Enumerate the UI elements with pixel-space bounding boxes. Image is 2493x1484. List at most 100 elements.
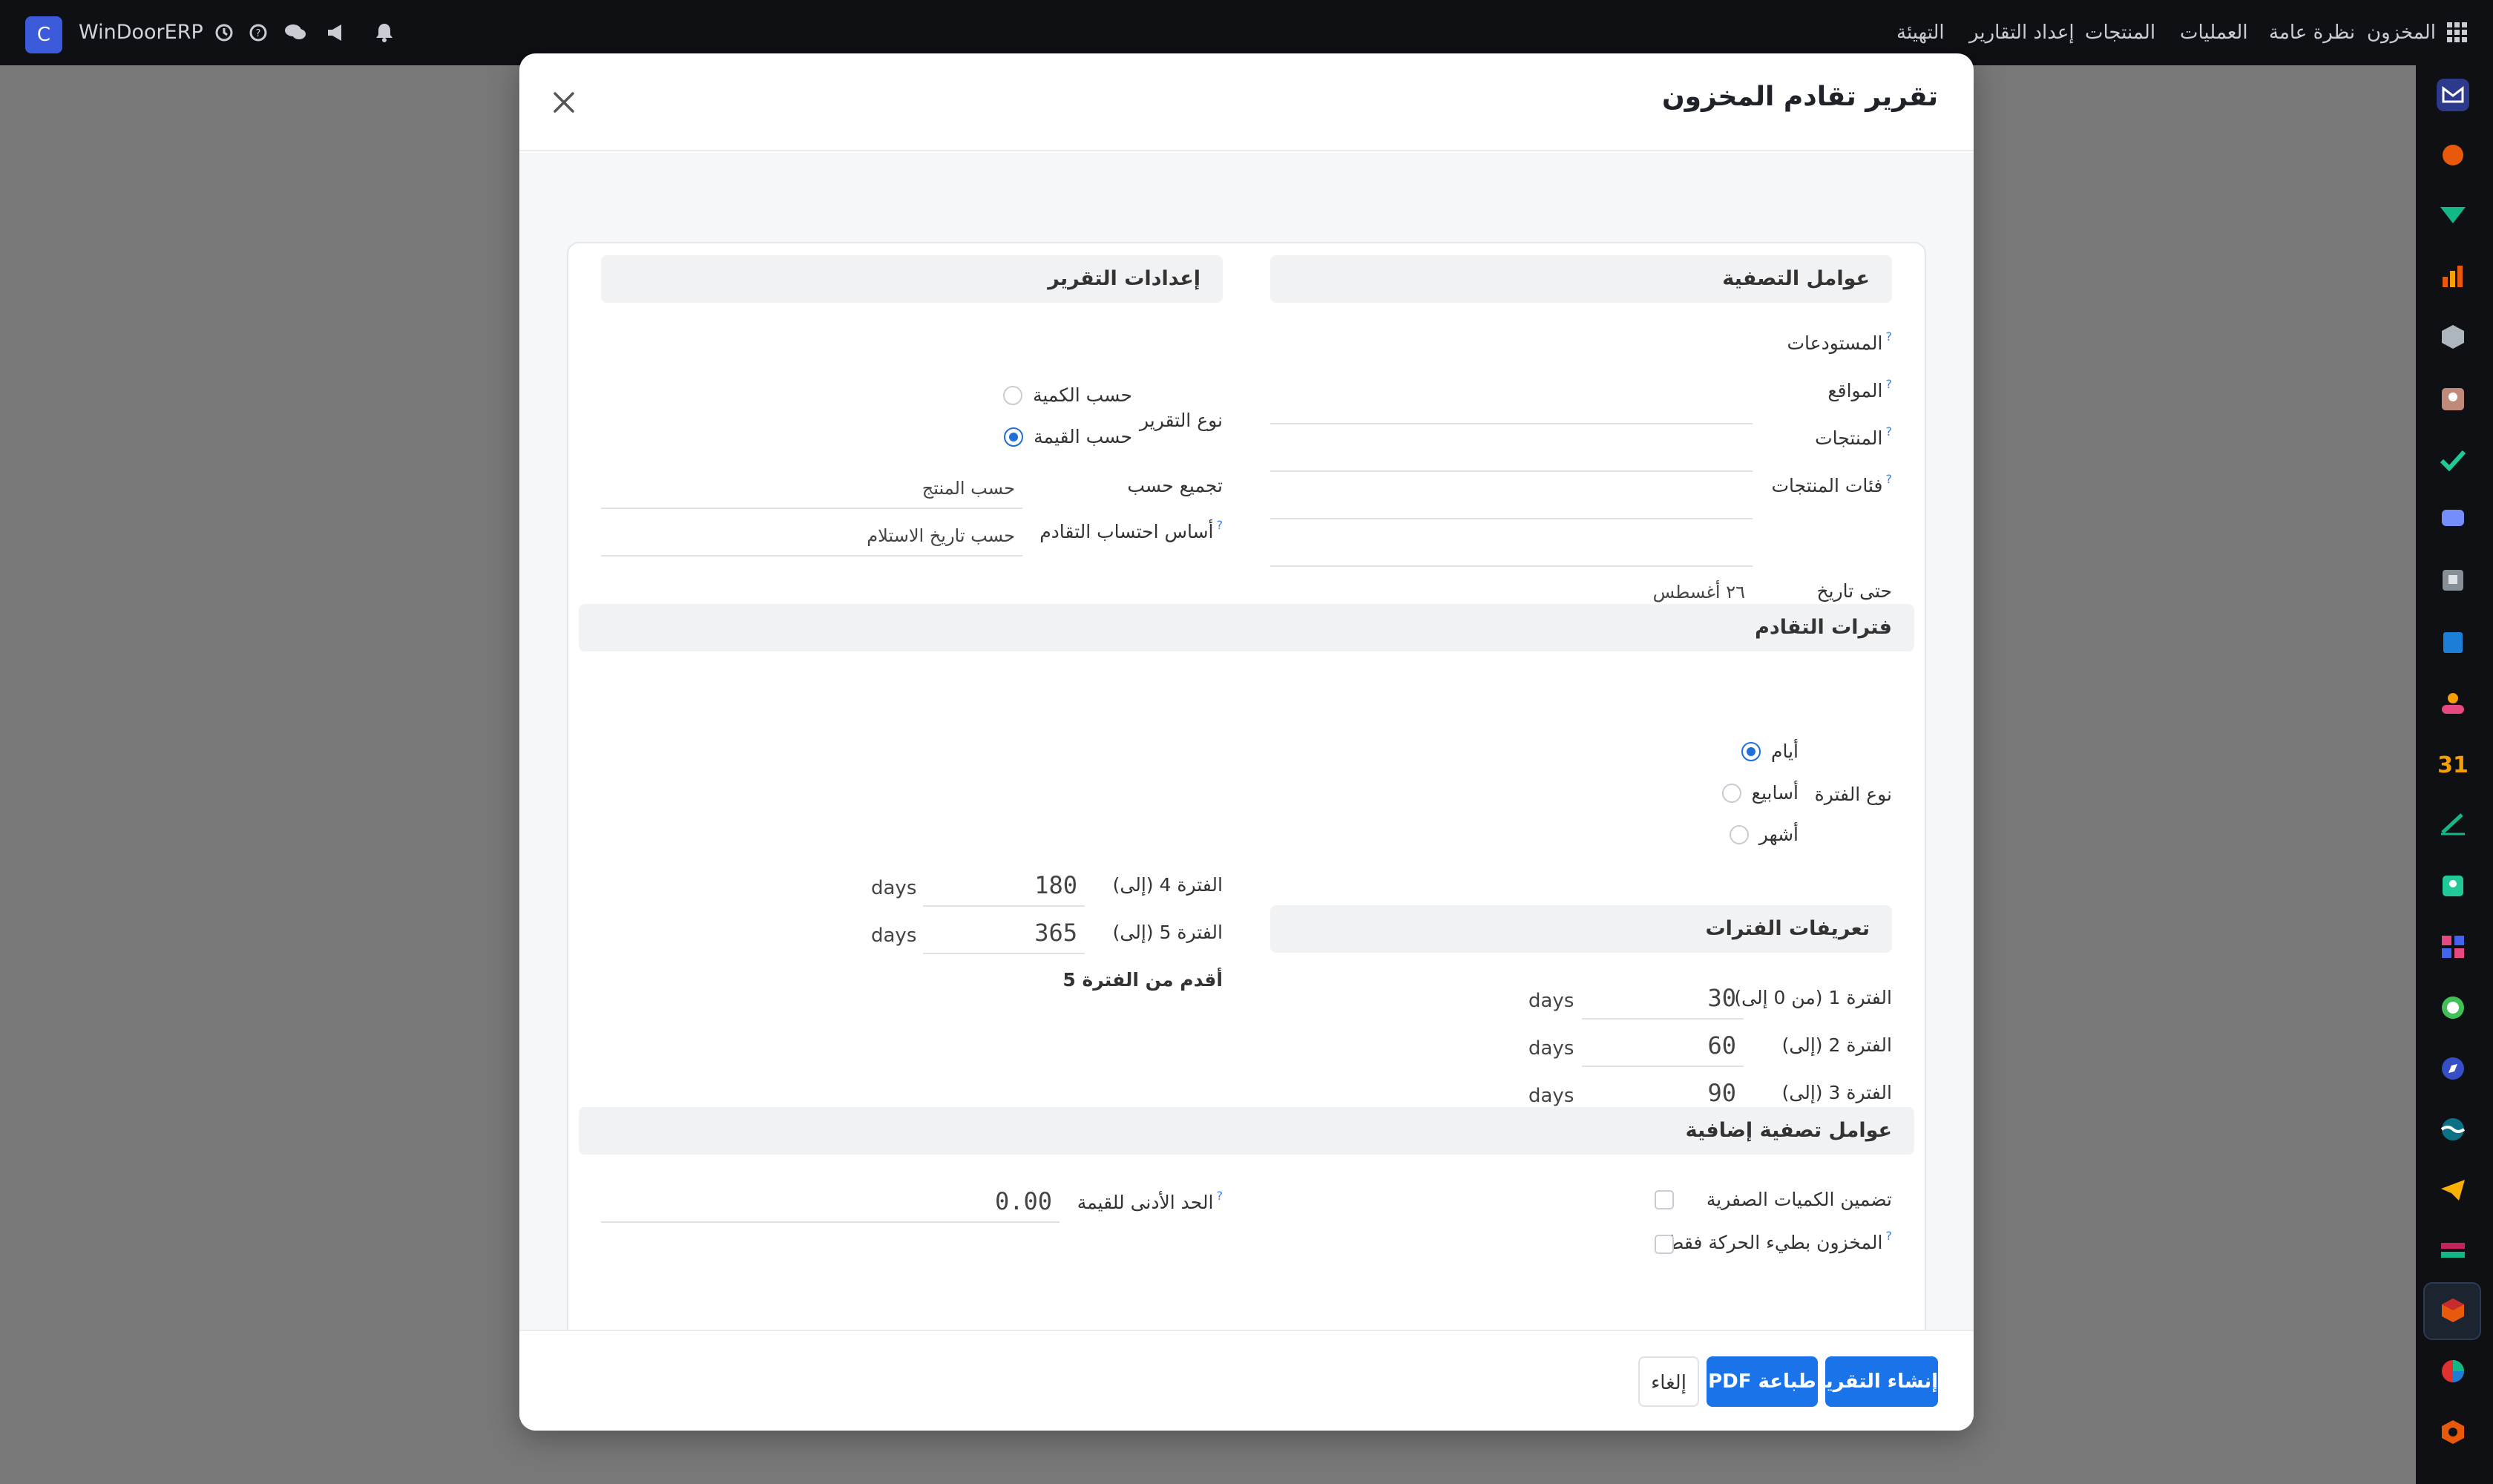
dialog-title: تقرير تقادم المخزون bbox=[1661, 82, 1938, 112]
period-2-input[interactable]: 60 bbox=[1582, 1027, 1744, 1067]
megaphone-icon[interactable] bbox=[322, 18, 352, 47]
sign-app-icon[interactable] bbox=[2437, 807, 2469, 840]
date-value: ٢٦ أغسطس bbox=[1652, 582, 1745, 603]
inventory-app-icon[interactable] bbox=[2437, 1294, 2469, 1327]
company-logo[interactable]: C bbox=[25, 16, 62, 53]
svg-text:31: 31 bbox=[2438, 752, 2468, 777]
period-4-label: الفترة 4 (إلى) bbox=[1112, 874, 1223, 896]
book-app-icon[interactable] bbox=[2437, 626, 2469, 659]
period-4-input[interactable]: 180 bbox=[923, 867, 1085, 907]
nav-menu-products[interactable]: المنتجات bbox=[2085, 0, 2155, 65]
radio-label: أيام bbox=[1771, 741, 1799, 762]
period-definitions-title: تعريفات الفترات bbox=[1705, 917, 1870, 940]
radio-label: أشهر bbox=[1758, 824, 1799, 845]
warehouses-input[interactable] bbox=[1270, 384, 1753, 424]
chat-icon[interactable] bbox=[280, 18, 310, 47]
min-value-input[interactable]: 0.00 bbox=[601, 1183, 1060, 1223]
nav-menu-operations[interactable]: العمليات bbox=[2180, 0, 2248, 65]
aging-report-dialog: تقرير تقادم المخزون عوامل التصفية ?المست… bbox=[519, 53, 1974, 1431]
radio-weeks[interactable]: أسابيع bbox=[1721, 782, 1799, 804]
employee-app-icon[interactable] bbox=[2437, 870, 2469, 902]
period-1-input[interactable]: 30 bbox=[1582, 979, 1744, 1020]
dialog-header: تقرير تقادم المخزون bbox=[519, 53, 1974, 151]
radio-by-quantity[interactable]: حسب الكمية bbox=[1002, 384, 1132, 406]
period-4-unit: days bbox=[871, 877, 917, 899]
radio-months[interactable]: أشهر bbox=[1729, 824, 1799, 845]
nav-menu-reporting[interactable]: إعداد التقارير bbox=[1969, 0, 2075, 65]
slow-moving-checkbox[interactable] bbox=[1655, 1235, 1674, 1254]
period-5-input[interactable]: 365 bbox=[923, 914, 1085, 954]
close-icon[interactable] bbox=[548, 86, 580, 119]
period-1-label: الفترة 1 (من 0 إلى) bbox=[1734, 987, 1892, 1008]
apps-grid-icon[interactable] bbox=[2443, 18, 2472, 47]
period-5-unit: days bbox=[871, 925, 917, 947]
periods-section-header: فترات التقادم bbox=[579, 604, 1914, 651]
radio-button[interactable] bbox=[1729, 824, 1749, 844]
older-than-period-5-label: أقدم من الفترة 5 bbox=[1062, 969, 1223, 991]
products-input[interactable] bbox=[1270, 479, 1753, 519]
radio-label: حسب الكمية bbox=[1032, 384, 1132, 406]
nav-menu-overview[interactable]: نظرة عامة bbox=[2269, 0, 2355, 65]
radio-button-selected[interactable] bbox=[1004, 427, 1024, 447]
aging-basis-label: ?أساس احتساب التقادم bbox=[1039, 518, 1223, 542]
aging-basis-select[interactable]: حسب تاريخ الاستلام bbox=[601, 516, 1022, 556]
people-app-icon[interactable] bbox=[2437, 687, 2469, 720]
radio-button-selected[interactable] bbox=[1741, 741, 1761, 761]
generate-report-button[interactable]: إنشاء التقرير bbox=[1814, 1356, 1938, 1407]
whatsapp-app-icon[interactable] bbox=[2437, 991, 2469, 1024]
hexagon-app-icon[interactable] bbox=[2437, 1416, 2469, 1448]
validate-app-icon[interactable] bbox=[2437, 199, 2469, 232]
app-sidebar: 31 bbox=[2416, 65, 2493, 1484]
warehouses-label: ?المستودعات bbox=[1787, 329, 1893, 354]
locations-input[interactable] bbox=[1270, 432, 1753, 472]
extra-filters-title: عوامل تصفية إضافية bbox=[1685, 1119, 1892, 1142]
calendar-app-icon[interactable]: 31 bbox=[2437, 748, 2469, 781]
help-marker: ? bbox=[1885, 329, 1893, 344]
layers-app-icon[interactable] bbox=[2437, 1235, 2469, 1267]
chat-app-icon[interactable] bbox=[2437, 503, 2469, 536]
min-value: 0.00 bbox=[994, 1187, 1052, 1215]
bell-icon[interactable] bbox=[369, 18, 399, 47]
radio-by-value[interactable]: حسب القيمة bbox=[1004, 426, 1132, 447]
radio-button[interactable] bbox=[1002, 385, 1022, 405]
contacts-app-icon[interactable] bbox=[2437, 383, 2469, 416]
svg-text:?: ? bbox=[256, 28, 261, 39]
discuss-app-icon[interactable] bbox=[2437, 139, 2469, 172]
categories-input[interactable] bbox=[1270, 527, 1753, 567]
extra-filters-header: عوامل تصفية إضافية bbox=[579, 1107, 1914, 1155]
periods-section-title: فترات التقادم bbox=[1755, 616, 1892, 639]
brand-name[interactable]: WinDoorERP bbox=[79, 0, 203, 65]
wave-app-icon[interactable] bbox=[2437, 1113, 2469, 1146]
nav-menu-inventory[interactable]: المخزون bbox=[2367, 0, 2436, 65]
period-1-unit: days bbox=[1528, 990, 1574, 1012]
period-2-value: 60 bbox=[1707, 1031, 1736, 1060]
settings-section-title: إعدادات التقرير bbox=[1048, 267, 1200, 290]
cancel-button[interactable]: إلغاء bbox=[1638, 1356, 1699, 1407]
period-1-value: 30 bbox=[1707, 984, 1736, 1012]
filters-section-title: عوامل التصفية bbox=[1722, 267, 1870, 290]
gmail-app-icon[interactable] bbox=[2437, 79, 2469, 111]
radio-label: حسب القيمة bbox=[1034, 426, 1132, 447]
package-app-icon[interactable] bbox=[2437, 564, 2469, 597]
compass-app-icon[interactable] bbox=[2437, 1052, 2469, 1085]
period-type-label: نوع الفترة bbox=[1814, 784, 1892, 805]
checkmark-app-icon[interactable] bbox=[2437, 444, 2469, 476]
telegram-app-icon[interactable] bbox=[2437, 1174, 2469, 1206]
group-by-label: تجميع حسب bbox=[1127, 475, 1223, 496]
pie-app-icon[interactable] bbox=[2437, 1355, 2469, 1388]
radio-label: أسابيع bbox=[1751, 782, 1799, 804]
help-icon[interactable]: ? bbox=[243, 18, 273, 47]
period-5-label: الفترة 5 (إلى) bbox=[1112, 922, 1223, 943]
group-by-select[interactable]: حسب المنتج bbox=[601, 469, 1022, 509]
dashboard-app-icon[interactable] bbox=[2437, 930, 2469, 963]
analytics-app-icon[interactable] bbox=[2437, 260, 2469, 292]
cube-app-icon[interactable] bbox=[2437, 321, 2469, 353]
print-pdf-button[interactable]: طباعة PDF bbox=[1707, 1356, 1818, 1407]
clock-icon[interactable] bbox=[209, 18, 239, 47]
zero-qty-checkbox[interactable] bbox=[1655, 1190, 1674, 1209]
radio-button[interactable] bbox=[1721, 783, 1741, 803]
radio-days[interactable]: أيام bbox=[1741, 741, 1799, 762]
slow-moving-label: ?المخزون بطيء الحركة فقط bbox=[1666, 1229, 1892, 1253]
products-label: ?المنتجات bbox=[1815, 424, 1892, 449]
period-3-label: الفترة 3 (إلى) bbox=[1781, 1082, 1892, 1103]
